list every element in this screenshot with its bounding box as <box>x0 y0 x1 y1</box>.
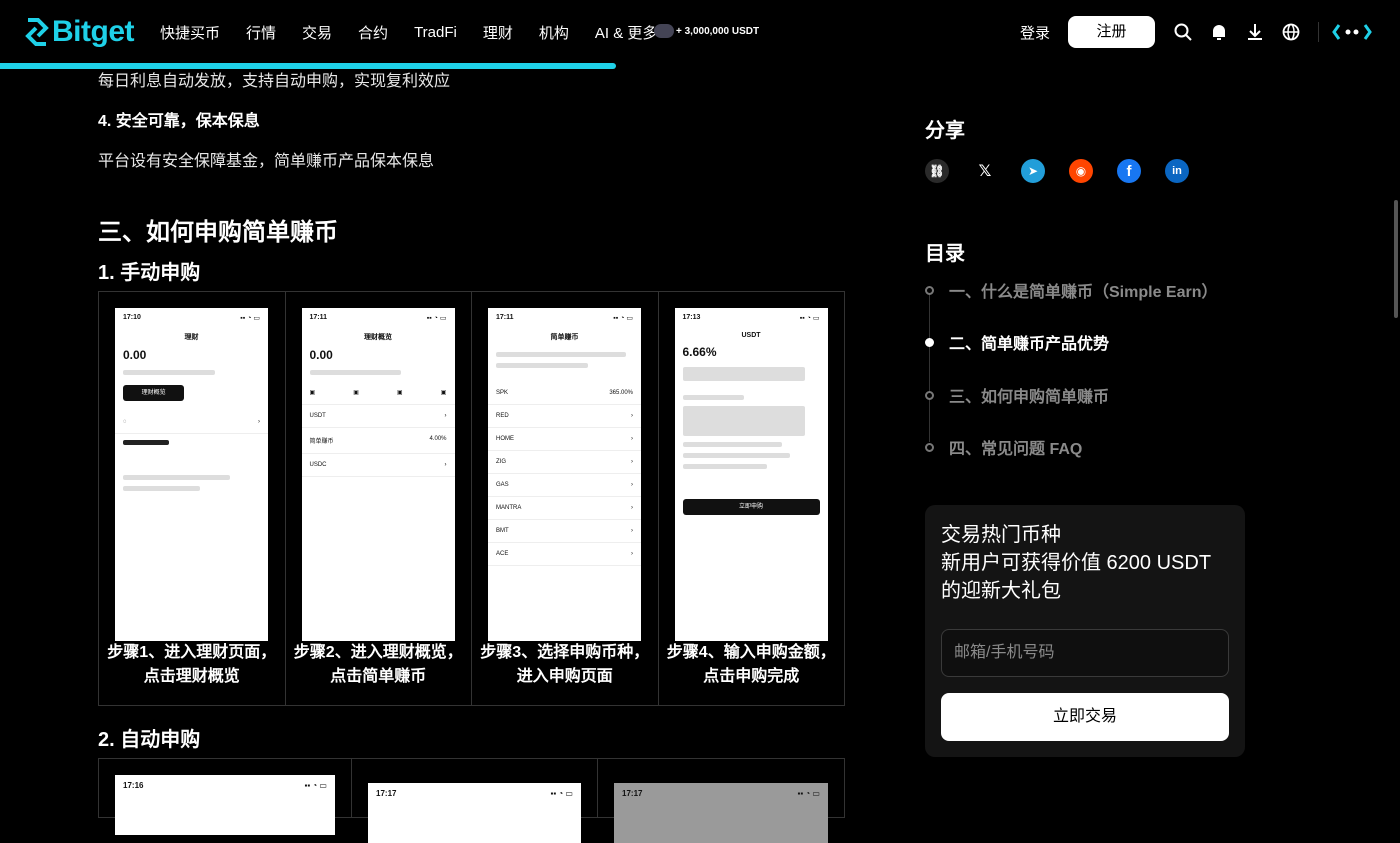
toc-item-advantages[interactable]: 二、简单赚币产品优势 <box>925 330 1109 354</box>
toc-item-how-to[interactable]: 三、如何申购简单赚币 <box>925 383 1109 407</box>
promo-text: + 3,000,000 USDT <box>676 25 760 37</box>
step-cell: 17:17 ▪▪ ◔ ▭ <box>352 759 598 843</box>
step-cell: 17:10 ▪▪ ◔ ▭ 理财 0.00 理财概览 ◌ › 步骤1、进入理财页面，点… <box>99 292 286 705</box>
step-screenshot: 17:17 ▪▪ ◔ ▭ <box>614 783 828 843</box>
step-caption: 步骤4、输入申购金额，点击申购完成 <box>666 644 836 685</box>
telegram-icon[interactable]: ➤ <box>1021 159 1045 183</box>
step-caption: 步骤2、进入理财概览，点击简单赚币 <box>293 644 463 685</box>
promo-badge[interactable]: + 3,000,000 USDT <box>654 24 759 38</box>
share-title: 分享 <box>925 120 965 142</box>
search-icon[interactable] <box>1173 22 1193 42</box>
apps-menu-icon[interactable] <box>1332 22 1372 42</box>
phone-button: 理财概览 <box>123 385 185 401</box>
nav-item-ai-more[interactable]: AI & 更多 <box>595 22 658 43</box>
login-link[interactable]: 登录 <box>1020 22 1050 43</box>
phone-time: 17:10 <box>123 314 141 321</box>
signup-card: 交易热门币种 新用户可获得价值 6200 USDT 的迎新大礼包 立即交易 <box>925 505 1245 757</box>
phone-rate: 6.66% <box>682 345 717 359</box>
phone-title: 理财 <box>184 334 199 341</box>
phone-balance: 0.00 <box>123 348 147 362</box>
facebook-icon[interactable]: f <box>1117 159 1141 183</box>
phone-balance: 0.00 <box>309 348 333 362</box>
logo-icon <box>25 18 49 46</box>
step-caption: 步骤3、选择申购币种，进入申购页面 <box>480 644 650 685</box>
paragraph-safety-fund: 平台设有安全保障基金，简单赚币产品保本保息 <box>98 153 435 170</box>
phone-title: USDT <box>741 332 761 339</box>
step-screenshot: 17:11 ▪▪ ◔ ▭ 理财概览 0.00 ▣ ▣ ▣ ▣ USDT › 简单赚币 4.0… <box>301 308 455 641</box>
toc-line <box>929 292 930 442</box>
share-icons: ⛓ 𝕏 ➤ ◉ f in <box>925 159 1213 183</box>
phone-time: 17:11 <box>309 314 328 321</box>
step-screenshot: 17:17 ▪▪ ◔ ▭ <box>368 783 581 843</box>
nav-divider <box>1318 22 1319 42</box>
auto-steps-table: 17:16 ▪▪ ◔ ▭ 17:17 ▪▪ ◔ ▭ 17:17 ▪▪ ◔ ▭ <box>98 758 845 843</box>
phone-title: 理财概览 <box>364 334 392 341</box>
reddit-icon[interactable]: ◉ <box>1069 159 1093 183</box>
phone-time: 17:17 <box>376 789 397 798</box>
phone-time: 17:13 <box>682 314 701 321</box>
globe-icon[interactable] <box>1281 22 1301 42</box>
nav-item-earn[interactable]: 理财 <box>483 22 513 43</box>
heading-manual-subscribe: 1. 手动申购 <box>98 262 201 284</box>
step-cell: 17:13 ▪▪ ◔ ▭ USDT 6.66% 立即申购 步骤4、输入申购金额，点… <box>659 292 845 705</box>
linkedin-icon[interactable]: in <box>1165 159 1189 183</box>
phone-coin: SPK <box>496 390 509 396</box>
paragraph-daily-interest: 每日利息自动发放，支持自动申购，实现复利效应 <box>98 73 451 90</box>
heading-how-to-subscribe: 三、如何申购简单赚币 <box>98 219 338 246</box>
phone-apr: 365.00% <box>609 390 633 396</box>
gift-icon <box>654 24 674 38</box>
bell-icon[interactable] <box>1209 22 1229 42</box>
logo-text: Bitget <box>52 15 135 48</box>
phone-item: 简单赚币 <box>309 439 334 445</box>
x-icon[interactable]: 𝕏 <box>973 159 997 183</box>
phone-time: 17:11 <box>496 314 514 321</box>
phone-title: 简单赚币 <box>550 334 579 341</box>
toc-item-what-is[interactable]: 一、什么是简单赚币（Simple Earn） <box>925 278 1217 302</box>
card-title-line: 新用户可获得价值 6200 USDT 的迎新大礼包 <box>941 552 1211 602</box>
step-cell: 17:11 ▪▪ ◔ ▭ 简单赚币 SPK 365.00% RED › HOME › Z… <box>472 292 659 705</box>
manual-steps-table: 17:10 ▪▪ ◔ ▭ 理财 0.00 理财概览 ◌ › 步骤1、进入理财页面，点… <box>98 291 845 706</box>
nav-item-quick-buy[interactable]: 快捷买币 <box>160 22 220 43</box>
step-caption: 步骤1、进入理财页面，点击理财概览 <box>107 644 277 685</box>
download-icon[interactable] <box>1245 22 1265 42</box>
phone-time: 17:16 <box>123 781 144 790</box>
toc-title: 目录 <box>925 243 965 265</box>
nav-item-trade[interactable]: 交易 <box>302 22 332 43</box>
register-button[interactable]: 注册 <box>1068 16 1155 48</box>
step-screenshot: 17:10 ▪▪ ◔ ▭ 理财 0.00 理财概览 ◌ › <box>115 308 268 641</box>
nav-item-institutional[interactable]: 机构 <box>539 22 569 43</box>
step-cell: 17:17 ▪▪ ◔ ▭ <box>598 759 844 843</box>
nav-item-tradfi[interactable]: TradFi <box>414 24 457 41</box>
phone-button: 立即申购 <box>682 499 820 515</box>
step-screenshot: 17:16 ▪▪ ◔ ▭ <box>115 775 335 835</box>
page-scrollbar[interactable] <box>1394 200 1398 318</box>
heading-auto-subscribe: 2. 自动申购 <box>98 729 201 751</box>
card-title-line: 交易热门币种 <box>941 524 1061 546</box>
link-icon[interactable]: ⛓ <box>925 159 949 183</box>
phone-time: 17:17 <box>622 789 643 798</box>
step-screenshot: 17:13 ▪▪ ◔ ▭ USDT 6.66% 立即申购 <box>674 308 828 641</box>
top-navigation: Bitget 快捷买币 行情 交易 合约 TradFi 理财 机构 AI & 更… <box>0 0 1400 64</box>
card-title: 交易热门币种 新用户可获得价值 6200 USDT 的迎新大礼包 <box>941 521 1231 605</box>
step-screenshot: 17:11 ▪▪ ◔ ▭ 简单赚币 SPK 365.00% RED › HOME › Z… <box>488 308 641 641</box>
step-cell: 17:11 ▪▪ ◔ ▭ 理财概览 0.00 ▣ ▣ ▣ ▣ USDT › 简单赚币 4.0… <box>286 292 472 705</box>
step-cell: 17:16 ▪▪ ◔ ▭ <box>99 759 352 835</box>
reading-progress-bar <box>0 63 616 69</box>
bitget-logo[interactable]: Bitget <box>24 14 135 50</box>
trade-now-button[interactable]: 立即交易 <box>941 693 1229 741</box>
nav-item-futures[interactable]: 合约 <box>358 22 388 43</box>
email-phone-input[interactable] <box>941 629 1229 677</box>
main-nav: 快捷买币 行情 交易 合约 TradFi 理财 机构 AI & 更多 <box>160 0 683 64</box>
nav-item-markets[interactable]: 行情 <box>246 22 276 43</box>
heading-safe: 4. 安全可靠，保本保息 <box>98 113 260 130</box>
toc-item-faq[interactable]: 四、常见问题 FAQ <box>925 435 1082 459</box>
